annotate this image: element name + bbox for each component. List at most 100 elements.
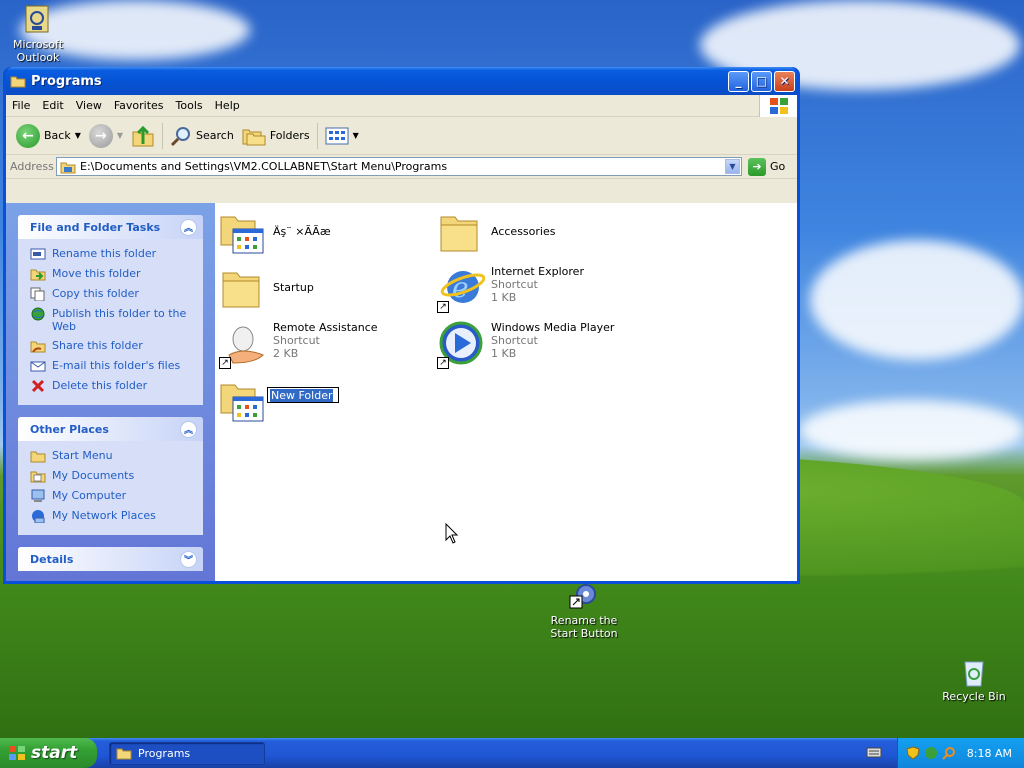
network-icon[interactable] xyxy=(924,746,938,760)
search-button[interactable]: Search xyxy=(166,121,238,151)
task-share-folder[interactable]: Share this folder xyxy=(30,339,195,353)
start-button[interactable]: start xyxy=(0,738,97,768)
desktop-icon-label: Microsoft Outlook xyxy=(12,38,64,64)
file-item-windows-media-player[interactable]: ↗ Windows Media Player Shortcut 1 KB xyxy=(437,321,614,369)
forward-button[interactable]: → ▼ xyxy=(85,121,127,151)
search-icon xyxy=(170,126,191,146)
task-label: Share this folder xyxy=(52,339,143,352)
task-copy-folder[interactable]: Copy this folder xyxy=(30,287,195,301)
file-name: Accessories xyxy=(491,225,556,238)
system-tray: 8:18 AM xyxy=(897,738,1024,768)
title-bar[interactable]: Programs _ □ ✕ xyxy=(6,67,797,95)
documents-icon xyxy=(30,471,46,483)
collapse-icon[interactable]: ︽ xyxy=(180,420,197,438)
folder-icon xyxy=(10,74,26,88)
folder-icon xyxy=(30,451,46,463)
desktop-icon-recycle-bin[interactable]: Recycle Bin xyxy=(938,656,1010,703)
menu-tools[interactable]: Tools xyxy=(170,99,209,112)
place-my-computer[interactable]: My Computer xyxy=(30,489,195,503)
panel-header[interactable]: Details ︾ xyxy=(18,547,203,571)
address-dropdown-icon[interactable]: ▼ xyxy=(725,159,740,174)
address-input[interactable]: E:\Documents and Settings\VM2.COLLABNET\… xyxy=(56,157,742,176)
chevron-down-icon[interactable]: ▼ xyxy=(117,131,123,140)
place-my-documents[interactable]: My Documents xyxy=(30,469,195,483)
outlook-icon xyxy=(22,4,54,36)
menu-file[interactable]: File xyxy=(6,99,36,112)
menu-help[interactable]: Help xyxy=(209,99,246,112)
back-button[interactable]: ← Back ▼ xyxy=(12,121,85,151)
file-item-new-folder[interactable]: New Folder xyxy=(219,377,339,425)
file-item-accessories[interactable]: Accessories xyxy=(437,209,555,257)
panel-title: File and Folder Tasks xyxy=(30,220,161,234)
toolbar-separator xyxy=(162,122,164,149)
delete-icon xyxy=(31,379,45,393)
minimize-button[interactable]: _ xyxy=(728,70,749,92)
explorer-window: Programs _ □ ✕ File Edit View Favorites … xyxy=(3,67,800,584)
desktop-icon-label: Recycle Bin xyxy=(942,690,1006,703)
folders-button[interactable]: Folders xyxy=(238,121,314,151)
share-icon xyxy=(30,341,46,353)
mouse-cursor-icon xyxy=(445,523,459,544)
address-label: Address xyxy=(10,160,54,173)
file-item-remote-assistance[interactable]: ↗ Remote Assistance Shortcut 2 KB xyxy=(219,321,378,369)
views-button[interactable]: ▼ xyxy=(321,121,363,151)
task-label: Rename this folder xyxy=(52,247,157,260)
desktop-icon-rename-start[interactable]: Rename the Start Button xyxy=(548,580,620,640)
menu-edit[interactable]: Edit xyxy=(36,99,69,112)
file-type: Shortcut xyxy=(273,334,320,347)
folder-icon xyxy=(60,162,76,173)
shield-icon[interactable] xyxy=(906,746,920,760)
close-button[interactable]: ✕ xyxy=(774,70,795,92)
keyboard-icon[interactable] xyxy=(866,745,882,759)
file-item-program-folder[interactable]: Äş¨ ×ÃÃæ xyxy=(219,209,331,257)
globe-icon xyxy=(31,307,45,321)
cloud xyxy=(800,400,1024,460)
file-name: Remote Assistance xyxy=(273,321,378,334)
place-label: Start Menu xyxy=(52,449,113,462)
search-label: Search xyxy=(196,129,234,142)
task-label: Copy this folder xyxy=(52,287,139,300)
address-bar: Address E:\Documents and Settings\VM2.CO… xyxy=(6,155,797,179)
gear-icon xyxy=(568,580,600,612)
task-label: Publish this folder to the Web xyxy=(52,307,187,333)
file-item-startup[interactable]: Startup xyxy=(219,265,314,313)
task-delete-folder[interactable]: Delete this folder xyxy=(30,379,195,393)
file-item-internet-explorer[interactable]: e ↗ Internet Explorer Shortcut 1 KB xyxy=(437,265,584,313)
taskbar-item-label: Programs xyxy=(138,746,191,760)
panel-header[interactable]: File and Folder Tasks ︽ xyxy=(18,215,203,239)
folders-label: Folders xyxy=(269,129,310,142)
panel-header[interactable]: Other Places ︽ xyxy=(18,417,203,441)
up-button[interactable] xyxy=(127,121,159,151)
chevron-down-icon[interactable]: ▼ xyxy=(353,131,359,140)
collapse-icon[interactable]: ︽ xyxy=(180,218,197,236)
maximize-button[interactable]: □ xyxy=(751,70,772,92)
shortcut-arrow-icon: ↗ xyxy=(437,301,449,313)
menu-view[interactable]: View xyxy=(70,99,108,112)
expand-icon[interactable]: ︾ xyxy=(180,550,197,568)
rename-input[interactable]: New Folder xyxy=(267,387,339,403)
menu-bar: File Edit View Favorites Tools Help xyxy=(6,95,797,117)
shortcut-arrow-icon: ↗ xyxy=(437,357,449,369)
windows-logo-icon xyxy=(759,95,797,117)
file-name: Internet Explorer xyxy=(491,265,584,278)
menu-favorites[interactable]: Favorites xyxy=(108,99,170,112)
task-email-files[interactable]: E-mail this folder's files xyxy=(30,359,195,373)
program-folder-icon xyxy=(219,377,267,425)
task-rename-folder[interactable]: Rename this folder xyxy=(30,247,195,261)
details-panel: Details ︾ xyxy=(18,547,203,571)
task-label: Delete this folder xyxy=(52,379,148,392)
file-size: 1 KB xyxy=(491,291,517,304)
task-publish-web[interactable]: Publish this folder to the Web xyxy=(30,307,195,333)
recycle-bin-icon xyxy=(958,656,990,688)
chevron-down-icon[interactable]: ▼ xyxy=(75,131,81,140)
file-size: 1 KB xyxy=(491,347,517,360)
place-start-menu[interactable]: Start Menu xyxy=(30,449,195,463)
copy-icon xyxy=(30,287,45,301)
taskbar-item-programs[interactable]: Programs xyxy=(109,741,265,765)
task-move-folder[interactable]: Move this folder xyxy=(30,267,195,281)
go-button[interactable]: ➔ Go xyxy=(748,157,785,176)
folder-up-icon xyxy=(132,125,154,146)
desktop-icon-outlook[interactable]: Microsoft Outlook xyxy=(2,4,74,64)
search-icon[interactable] xyxy=(942,746,956,760)
place-my-network[interactable]: My Network Places xyxy=(30,509,195,523)
